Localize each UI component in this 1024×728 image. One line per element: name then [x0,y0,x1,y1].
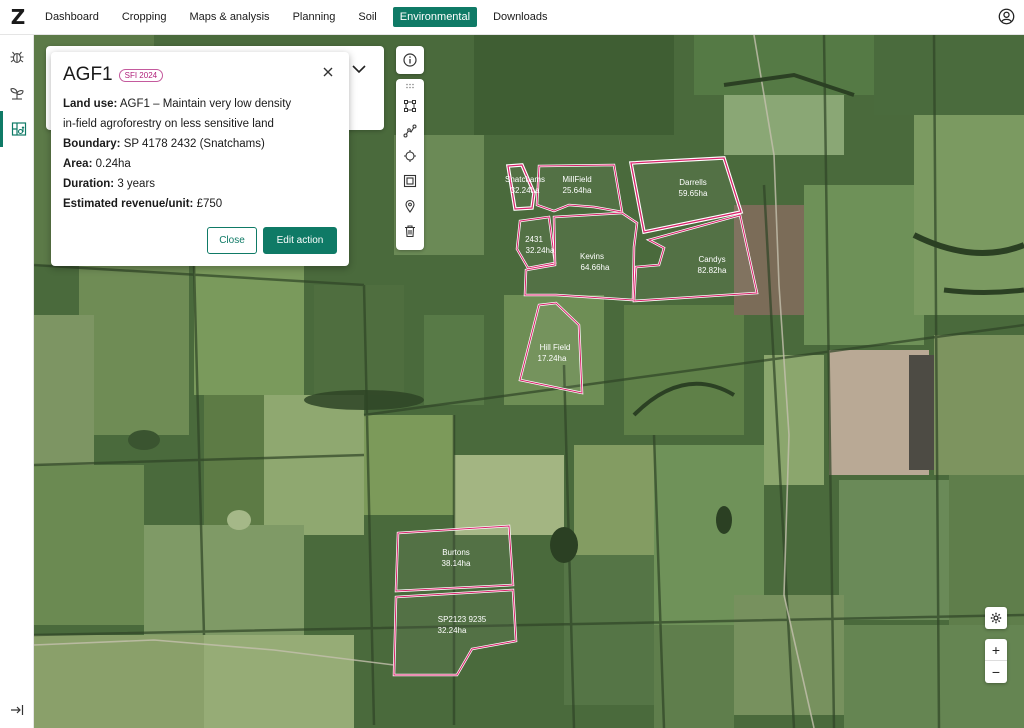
revenue-value: £750 [196,198,223,210]
popup-actions: Close Edit action [207,227,337,254]
close-button[interactable]: Close [207,227,257,254]
duration-row: Duration: 3 years [63,174,337,194]
field-area: 32.24ha [438,626,467,635]
field-name: Burtons [442,548,470,557]
nav-environmental[interactable]: Environmental [392,7,478,27]
field-area: 82.82ha [698,266,727,275]
logo-text: Z [10,5,26,29]
zoom-in-button[interactable]: + [985,639,1007,661]
field-area: 64.66ha [581,263,610,272]
select-vertices-tool[interactable] [396,93,424,118]
field-name: 2431 [525,235,543,244]
popup-title: AGF1 [63,64,113,85]
toolbar-grip[interactable] [396,79,424,93]
nav-downloads[interactable]: Downloads [486,7,554,27]
land-use-row: Land use: AGF1 – Maintain very low densi… [63,94,337,114]
nav-soil[interactable]: Soil [351,7,383,27]
environmental-grid-icon [11,122,26,136]
draw-toolbar [396,79,424,250]
field-area: 17.24ha [538,354,567,363]
top-nav-bar: Z Dashboard Cropping Maps & analysis Pla… [0,0,1024,35]
zoom-out-button[interactable]: − [985,661,1007,683]
revenue-row: Estimated revenue/unit: £750 [63,194,337,214]
nav-dashboard[interactable]: Dashboard [38,7,106,27]
zoom-control: + − [985,639,1007,683]
delete-tool[interactable] [396,218,424,243]
draw-line-icon [403,124,417,137]
collapse-arrow-icon [11,705,24,715]
action-detail-popup: AGF1 SFI 2024 Land use: AGF1 – Maintain … [51,52,349,266]
chevron-down-icon[interactable] [352,64,366,74]
field-area: 59.65ha [679,189,708,198]
sprout-icon [10,88,24,100]
square-select-icon [403,174,417,187]
land-use-row-2: in-field agroforestry on less sensitive … [63,118,274,130]
land-use-label: Land use: [63,98,118,110]
field-name: Kevins [580,252,604,261]
info-icon [403,53,417,67]
rail-environmental[interactable] [0,111,34,147]
map-settings-button[interactable] [985,607,1007,629]
field-area: 32.24ha [526,246,555,255]
edit-action-button[interactable]: Edit action [263,227,337,254]
boundary-row: Boundary: SP 4178 2432 (Snatchams) [63,134,337,154]
square-select-tool[interactable] [396,168,424,193]
popup-details: Land use: AGF1 – Maintain very low densi… [63,94,337,214]
close-icon[interactable] [322,66,334,78]
field-area: 25.64ha [563,186,592,195]
field-name: Hill Field [540,343,571,352]
field-name: SP2123 9235 [438,615,487,624]
field-area: 38.14ha [442,559,471,568]
bug-icon [10,51,24,64]
map-settings-control [985,607,1007,629]
info-button[interactable] [396,46,424,74]
left-rail [0,35,34,728]
area-label: Area: [63,158,93,170]
select-vertices-icon [404,99,416,112]
scheme-badge: SFI 2024 [118,68,164,82]
gear-icon [990,612,1002,624]
area-row: Area: 0.24ha [63,154,337,174]
boundary-label: Boundary: [63,138,121,150]
rail-crops[interactable] [0,75,34,111]
duration-label: Duration: [63,178,115,190]
location-pin-icon [405,199,415,213]
move-icon [404,149,416,162]
grip-icon [406,83,414,89]
field-name: Darrells [679,178,707,187]
nav-planning[interactable]: Planning [286,7,343,27]
main-nav: Dashboard Cropping Maps & analysis Plann… [38,0,563,35]
popup-header: AGF1 SFI 2024 [63,64,337,86]
nav-maps-analysis[interactable]: Maps & analysis [182,7,276,27]
duration-value: 3 years [117,178,156,190]
move-tool[interactable] [396,143,424,168]
revenue-label: Estimated revenue/unit: [63,198,194,210]
trash-icon [405,224,415,237]
field-name: Snatchams [505,175,545,184]
nav-cropping[interactable]: Cropping [115,7,174,27]
user-circle-icon[interactable] [998,8,1015,25]
field-name: Candys [698,255,725,264]
location-pin-tool[interactable] [396,193,424,218]
area-value: 0.24ha [95,158,131,170]
rail-collapse-button[interactable] [0,698,34,722]
field-name: MillField [562,175,591,184]
rail-pests[interactable] [0,39,34,75]
land-use-value: AGF1 – Maintain very low density [119,98,292,110]
draw-line-tool[interactable] [396,118,424,143]
boundary-value: SP 4178 2432 (Snatchams) [123,138,265,150]
field-area: 32.24ha [511,186,540,195]
app-logo[interactable]: Z [0,0,36,35]
